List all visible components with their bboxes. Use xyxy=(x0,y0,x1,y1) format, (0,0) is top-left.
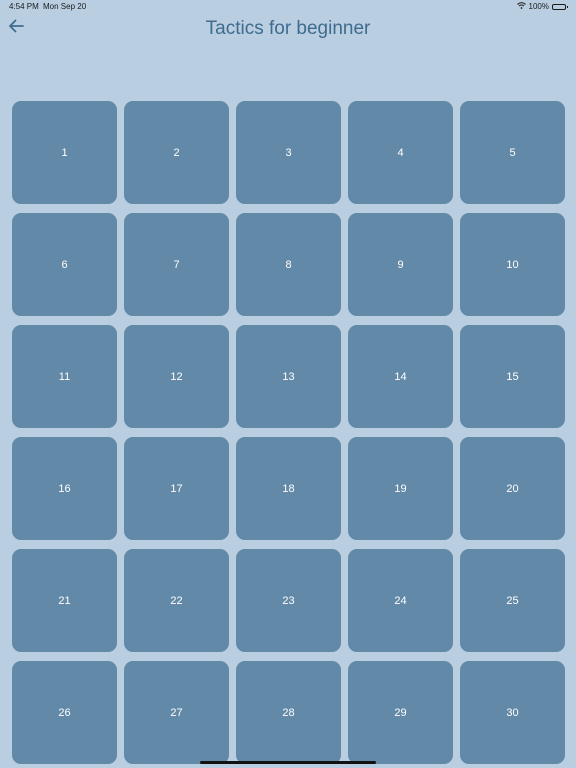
level-tile[interactable]: 9 xyxy=(348,213,453,316)
level-tile[interactable]: 12 xyxy=(124,325,229,428)
battery-icon xyxy=(552,3,568,10)
level-tile[interactable]: 7 xyxy=(124,213,229,316)
level-number: 3 xyxy=(285,146,292,159)
nav-bar: Tactics for beginner xyxy=(0,14,576,46)
level-number: 23 xyxy=(282,594,295,607)
level-tile[interactable]: 20 xyxy=(460,437,565,540)
home-indicator[interactable] xyxy=(200,761,376,764)
level-number: 11 xyxy=(58,370,71,383)
level-tile[interactable]: 22 xyxy=(124,549,229,652)
level-number: 19 xyxy=(394,482,407,495)
level-tile[interactable]: 3 xyxy=(236,101,341,204)
level-number: 17 xyxy=(170,482,183,495)
level-number: 14 xyxy=(394,370,407,383)
level-tile[interactable]: 4 xyxy=(348,101,453,204)
level-tile[interactable]: 19 xyxy=(348,437,453,540)
page-title: Tactics for beginner xyxy=(205,18,371,39)
status-bar: 4:54 PM Mon Sep 20 100% xyxy=(0,0,576,14)
level-number: 8 xyxy=(285,258,292,271)
level-number: 6 xyxy=(61,258,68,271)
level-tile[interactable]: 26 xyxy=(12,661,117,764)
level-tile[interactable]: 6 xyxy=(12,213,117,316)
level-tile[interactable]: 24 xyxy=(348,549,453,652)
level-number: 12 xyxy=(170,370,183,383)
level-tile[interactable]: 18 xyxy=(236,437,341,540)
level-number: 26 xyxy=(58,706,71,719)
level-tile[interactable]: 16 xyxy=(12,437,117,540)
level-number: 25 xyxy=(506,594,519,607)
level-tile[interactable]: 17 xyxy=(124,437,229,540)
level-number: 24 xyxy=(394,594,407,607)
level-tile[interactable]: 1 xyxy=(12,101,117,204)
level-number: 16 xyxy=(58,482,71,495)
level-number: 18 xyxy=(282,482,295,495)
level-tile[interactable]: 27 xyxy=(124,661,229,764)
level-tile[interactable]: 8 xyxy=(236,213,341,316)
level-number: 30 xyxy=(506,706,519,719)
level-number: 20 xyxy=(506,482,519,495)
status-date: Mon Sep 20 xyxy=(43,2,87,11)
level-number: 13 xyxy=(282,370,295,383)
level-number: 15 xyxy=(506,370,519,383)
level-tile[interactable]: 11 xyxy=(12,325,117,428)
level-number: 10 xyxy=(506,258,519,271)
level-number: 29 xyxy=(394,706,407,719)
level-tile[interactable]: 29 xyxy=(348,661,453,764)
level-tile[interactable]: 21 xyxy=(12,549,117,652)
level-tile[interactable]: 10 xyxy=(460,213,565,316)
level-tile[interactable]: 25 xyxy=(460,549,565,652)
level-tile[interactable]: 15 xyxy=(460,325,565,428)
level-number: 27 xyxy=(170,706,183,719)
status-indicators: 100% xyxy=(516,2,568,11)
level-tile[interactable]: 2 xyxy=(124,101,229,204)
level-tile[interactable]: 5 xyxy=(460,101,565,204)
wifi-icon xyxy=(516,2,526,11)
level-number: 4 xyxy=(397,146,404,159)
level-tile[interactable]: 14 xyxy=(348,325,453,428)
level-tile[interactable]: 23 xyxy=(236,549,341,652)
level-tile[interactable]: 13 xyxy=(236,325,341,428)
level-number: 1 xyxy=(61,146,68,159)
level-number: 21 xyxy=(58,594,71,607)
level-number: 5 xyxy=(509,146,516,159)
level-number: 28 xyxy=(282,706,295,719)
battery-percentage: 100% xyxy=(528,2,549,11)
level-tile[interactable]: 30 xyxy=(460,661,565,764)
level-number: 9 xyxy=(397,258,404,271)
level-grid: 1 2 3 4 5 6 7 8 9 10 11 12 13 14 15 16 17 18 19 20 21 22 23 24 2… xyxy=(12,101,565,764)
level-number: 2 xyxy=(173,146,180,159)
level-number: 7 xyxy=(173,258,180,271)
level-number: 22 xyxy=(170,594,183,607)
level-tile[interactable]: 28 xyxy=(236,661,341,764)
status-time: 4:54 PM xyxy=(9,2,39,11)
